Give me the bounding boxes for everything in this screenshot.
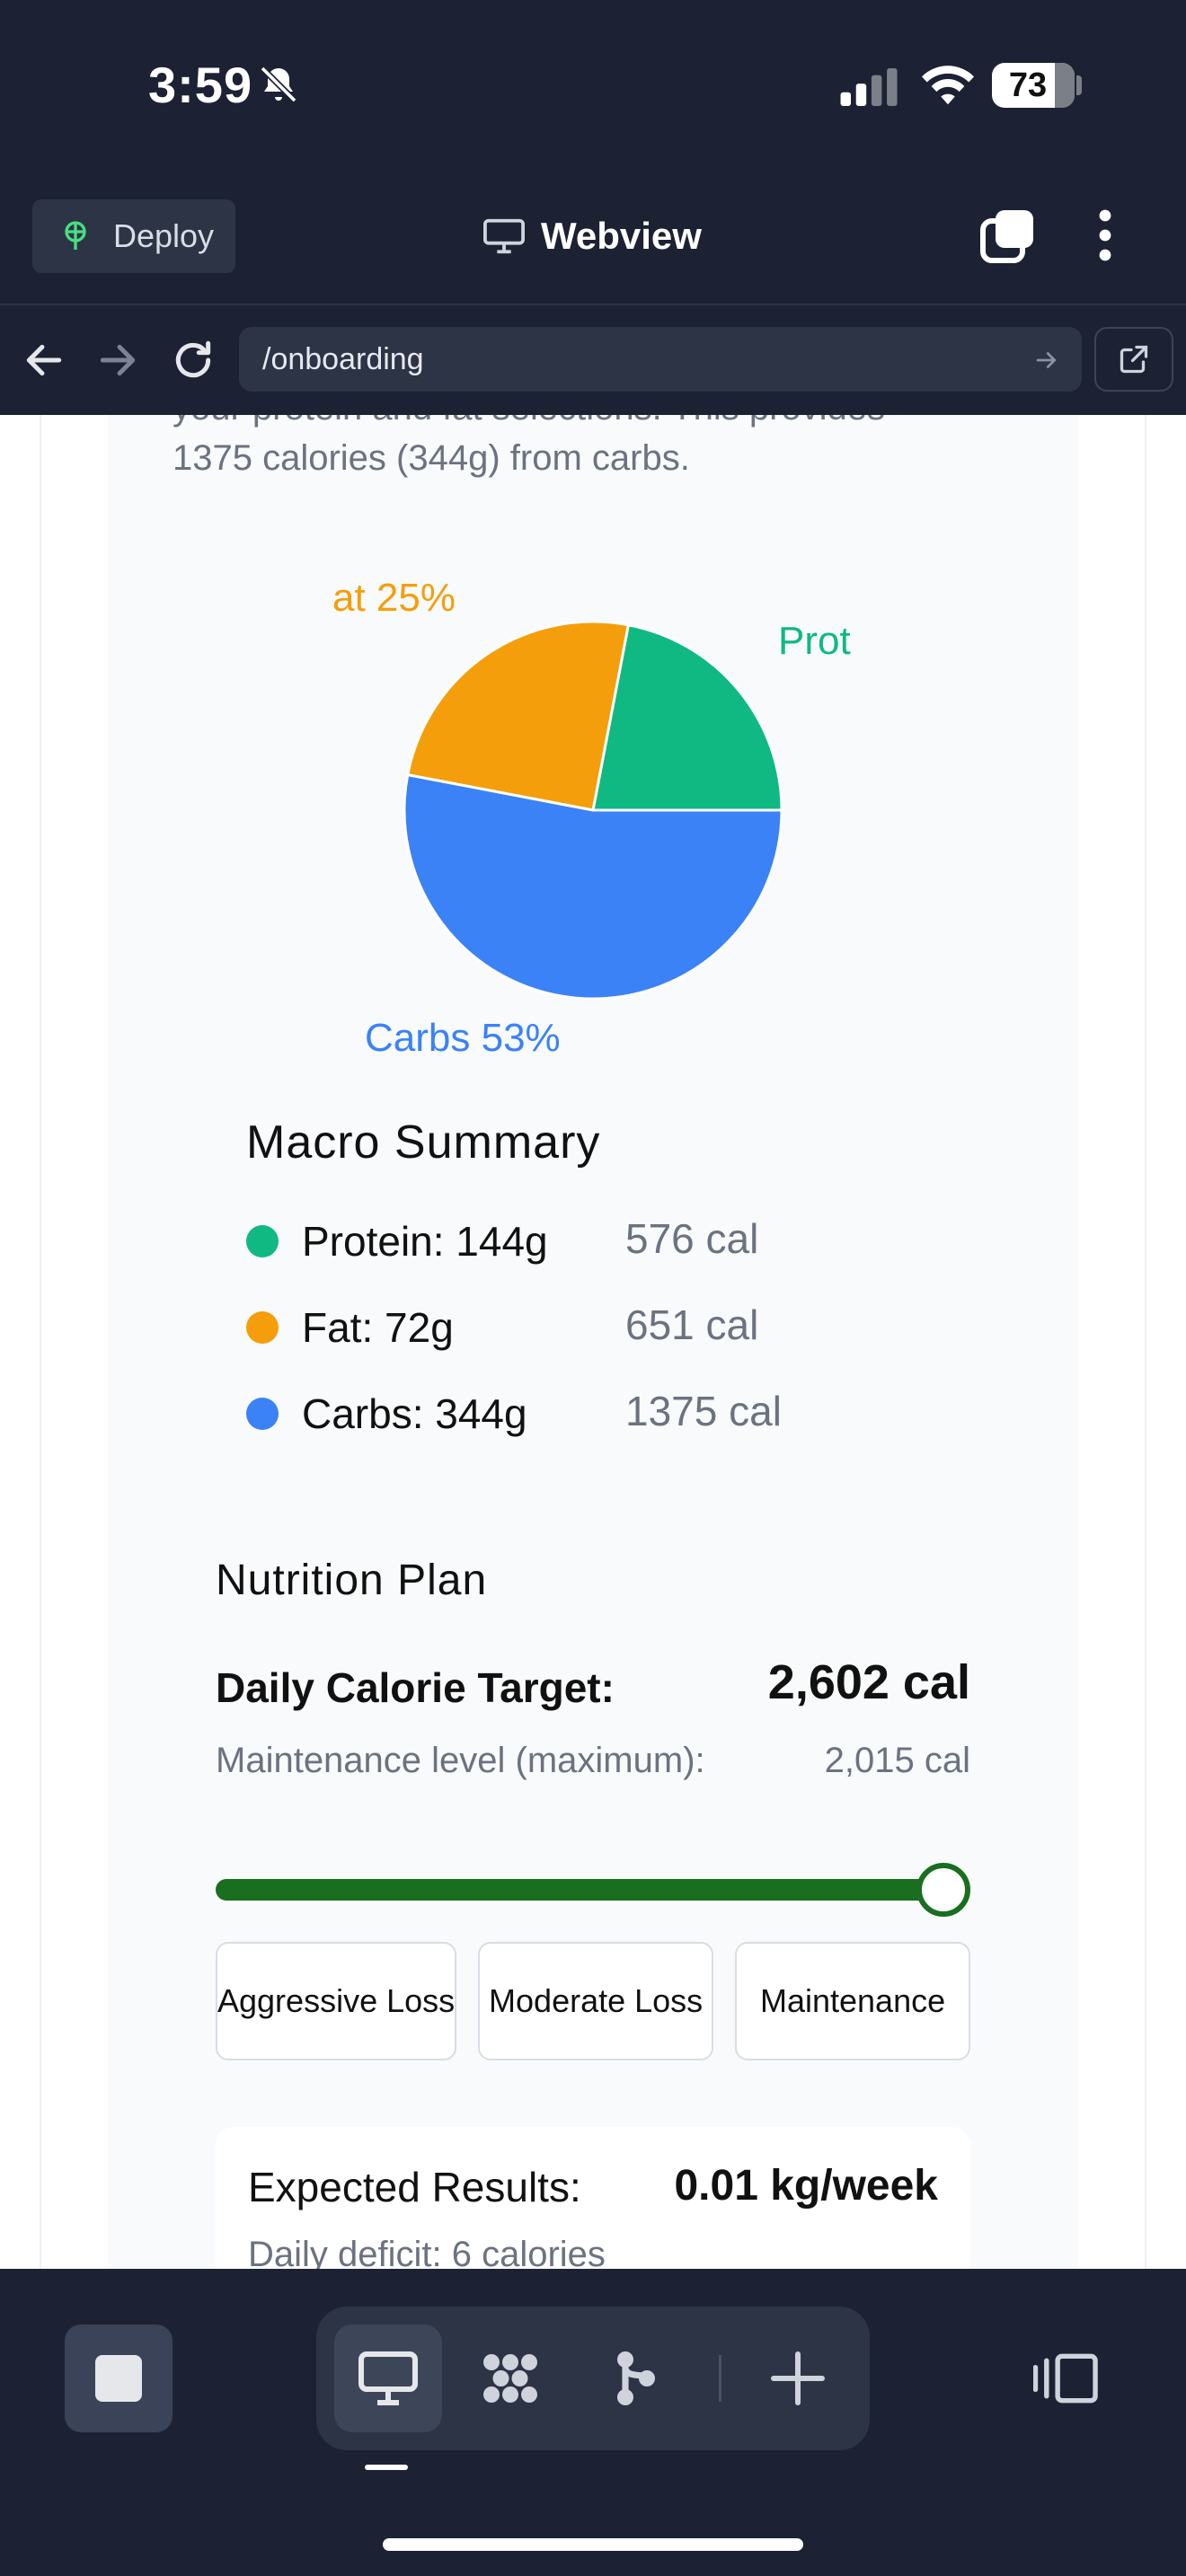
calorie-slider-thumb[interactable] xyxy=(916,1863,970,1917)
status-bar: 3:59 73 xyxy=(0,0,1186,180)
url-input[interactable]: /onboarding xyxy=(239,327,1082,392)
battery-tip xyxy=(1076,75,1082,95)
panel-icon[interactable] xyxy=(1033,2351,1100,2405)
calorie-slider-track[interactable] xyxy=(216,1879,943,1901)
option-maintenance[interactable]: Maintenance xyxy=(735,1942,971,2060)
bell-muted-icon xyxy=(260,66,297,103)
plus-icon[interactable] xyxy=(766,2346,830,2411)
pie-label-carbs: Carbs 53% xyxy=(365,1016,561,1060)
expected-results-value: 0.01 kg/week xyxy=(674,2162,938,2210)
fat-dot xyxy=(246,1311,279,1344)
monitor-icon xyxy=(483,218,525,254)
goal-options: Aggressive Loss Moderate Loss Maintenanc… xyxy=(216,1942,971,2060)
daily-target-value: 2,602 cal xyxy=(767,1655,970,1709)
tabs-icon[interactable] xyxy=(979,207,1037,264)
reload-icon[interactable] xyxy=(171,338,216,383)
pie-label-protein: Prot xyxy=(778,619,851,663)
external-link-icon xyxy=(1120,345,1148,374)
battery-icon: 73 xyxy=(992,63,1075,108)
macro-pie-chart: at 25% Prot Carbs 53% xyxy=(332,576,851,1060)
wifi-icon xyxy=(922,66,974,105)
expected-results-label: Expected Results: xyxy=(248,2164,581,2210)
webview-content: your protein and fat selections. This pr… xyxy=(0,415,1186,2269)
mode-switcher xyxy=(316,2307,870,2450)
option-aggressive-loss[interactable]: Aggressive Loss xyxy=(216,1942,457,2060)
more-vertical-icon[interactable] xyxy=(1087,207,1123,264)
mode-separator xyxy=(719,2355,721,2402)
active-mode-indicator xyxy=(365,2465,408,2470)
protein-dot xyxy=(246,1225,279,1257)
monitor-icon xyxy=(358,2351,418,2405)
back-icon[interactable] xyxy=(22,338,66,383)
maintenance-value: 2,015 cal xyxy=(824,1741,970,1780)
carbs-dot xyxy=(246,1398,279,1430)
nutrition-plan-title: Nutrition Plan xyxy=(216,1557,488,1604)
deploy-label: Deploy xyxy=(113,217,215,254)
pie-label-fat: at 25% xyxy=(332,576,456,620)
signal-icon xyxy=(840,68,898,106)
macro-row-carbs: Carbs: 344g xyxy=(246,1387,527,1441)
macro-row-protein: Protein: 144g xyxy=(246,1214,548,1268)
home-indicator xyxy=(383,2538,803,2551)
agents-icon[interactable] xyxy=(478,2346,543,2411)
option-moderate-loss[interactable]: Moderate Loss xyxy=(478,1942,714,2060)
macro-label: Protein: 144g xyxy=(302,1218,548,1265)
clock: 3:59 xyxy=(148,57,253,113)
open-external-button[interactable] xyxy=(1094,327,1173,392)
branch-icon[interactable] xyxy=(604,2346,668,2411)
maintenance-label: Maintenance level (maximum): xyxy=(216,1741,705,1780)
webview-label: Webview xyxy=(541,215,702,257)
macro-summary-title: Macro Summary xyxy=(246,1116,601,1169)
macro-cal: 1375 cal xyxy=(625,1388,782,1434)
battery-level: 73 xyxy=(1008,66,1048,104)
stop-icon xyxy=(95,2355,142,2402)
stop-button[interactable] xyxy=(65,2325,173,2432)
url-text: /onboarding xyxy=(262,342,424,376)
macro-label: Carbs: 344g xyxy=(302,1390,527,1437)
daily-deficit-text: Daily deficit: 6 calories xyxy=(248,2235,606,2269)
macro-cal: 576 cal xyxy=(625,1215,759,1262)
go-arrow-icon[interactable] xyxy=(1033,347,1060,374)
macro-label: Fat: 72g xyxy=(302,1304,454,1351)
app-header: Deploy Webview xyxy=(0,180,1186,305)
daily-target-label: Daily Calorie Target: xyxy=(216,1664,615,1711)
bottom-toolbar xyxy=(0,2269,1186,2576)
webview-title[interactable]: Webview xyxy=(483,207,702,266)
macro-row-fat: Fat: 72g xyxy=(246,1301,454,1354)
url-bar: /onboarding xyxy=(0,307,1186,415)
deploy-button[interactable]: Deploy xyxy=(32,199,235,273)
deploy-icon xyxy=(65,221,86,250)
macro-cal: 651 cal xyxy=(625,1301,759,1348)
forward-icon[interactable] xyxy=(95,338,140,383)
